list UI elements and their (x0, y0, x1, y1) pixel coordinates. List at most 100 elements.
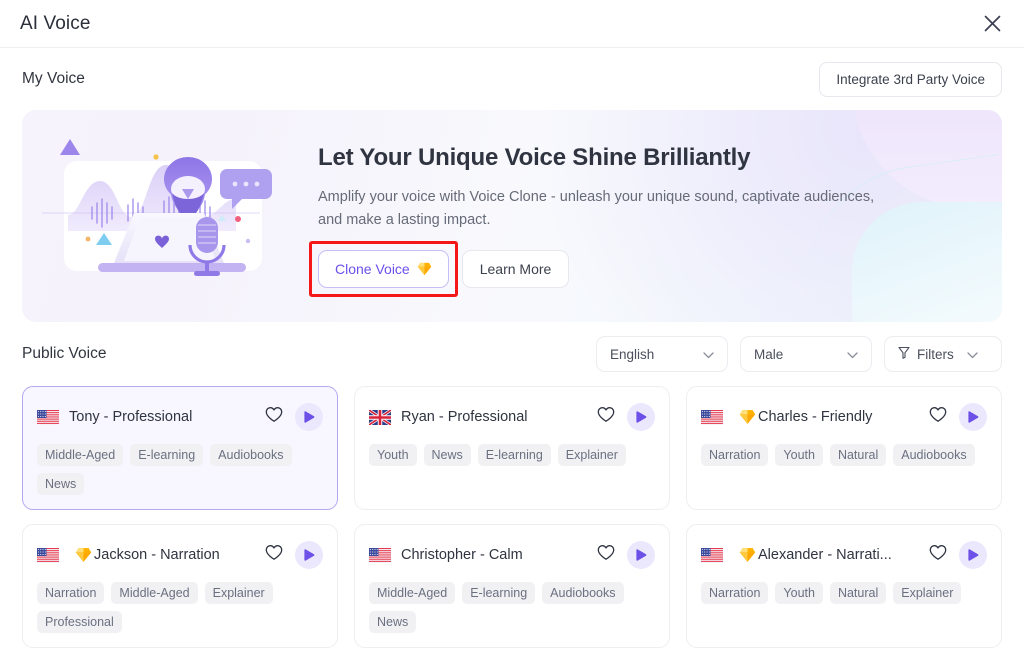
favorite-heart-icon[interactable] (597, 544, 615, 566)
filters-label: Filters (917, 346, 954, 362)
us-flag-icon (701, 547, 723, 563)
funnel-icon (898, 346, 910, 362)
voice-tag: News (37, 473, 85, 495)
learn-more-button[interactable]: Learn More (461, 250, 570, 289)
voice-card[interactable]: Ryan - Professional Youth News E-learning Ex… (354, 386, 670, 510)
uk-flag-icon (369, 409, 391, 425)
play-button[interactable] (627, 541, 655, 569)
voice-tag-list: Youth News E-learning Explainer (369, 444, 655, 466)
voice-name: Charles - Friendly (758, 409, 873, 425)
voice-tag: News (423, 444, 471, 466)
voice-card[interactable]: Charles - Friendly Narration Youth Natural A… (686, 386, 1002, 510)
chevron-down-icon (703, 347, 714, 362)
my-voice-header: My Voice Integrate 3rd Party Voice (0, 48, 1024, 110)
voice-tag: News (369, 611, 417, 633)
play-button[interactable] (959, 541, 987, 569)
voice-tag: Explainer (557, 444, 626, 466)
voice-tag: Audiobooks (210, 444, 292, 466)
voice-clone-illustration (36, 121, 304, 311)
voice-tag: Natural (829, 582, 887, 604)
page-title: AI Voice (20, 12, 91, 34)
my-voice-title: My Voice (22, 70, 85, 87)
voice-tag-list: Narration Middle-Aged Explainer Professiona… (37, 582, 323, 633)
us-flag-icon (369, 547, 391, 563)
voice-card-header: Jackson - Narration (37, 541, 323, 569)
chevron-down-icon (847, 347, 858, 362)
voice-tag: E-learning (130, 444, 204, 466)
play-button[interactable] (295, 403, 323, 431)
voice-tag: Audiobooks (893, 444, 975, 466)
voice-tag: Middle-Aged (369, 582, 456, 604)
voice-name: Christopher - Calm (401, 547, 523, 563)
voice-card-header: Ryan - Professional (369, 403, 655, 431)
voice-tag: Narration (701, 444, 769, 466)
voice-card-header: Charles - Friendly (701, 403, 987, 431)
play-button[interactable] (959, 403, 987, 431)
clone-voice-button-wrapper: Clone Voice (309, 241, 458, 298)
voice-tag-list: Narration Youth Natural Explainer (701, 582, 987, 604)
gem-icon (417, 262, 432, 276)
voice-tag: E-learning (462, 582, 536, 604)
play-button[interactable] (627, 403, 655, 431)
public-voice-header: Public Voice English Male Filters (0, 322, 1024, 386)
filters-row: English Male Filters (596, 336, 1002, 372)
voice-tag: E-learning (477, 444, 551, 466)
favorite-heart-icon[interactable] (929, 406, 947, 428)
voice-tag-list: Middle-Aged E-learning Audiobooks News (37, 444, 323, 495)
voice-card[interactable]: Jackson - Narration Narration Middle-Aged E… (22, 524, 338, 648)
voice-card[interactable]: Christopher - Calm Middle-Aged E-learning A… (354, 524, 670, 648)
voice-tag: Audiobooks (542, 582, 624, 604)
voice-tag: Explainer (204, 582, 273, 604)
voice-tag: Youth (775, 444, 823, 466)
voice-card[interactable]: Tony - Professional Middle-Aged E-learning… (22, 386, 338, 510)
banner-content: Let Your Unique Voice Shine Brilliantly … (309, 143, 1002, 298)
close-icon[interactable] (976, 8, 1008, 40)
language-select-value: English (610, 346, 655, 362)
voice-tag-list: Middle-Aged E-learning Audiobooks News (369, 582, 655, 633)
play-button[interactable] (295, 541, 323, 569)
voice-tag: Professional (37, 611, 122, 633)
voice-card[interactable]: Alexander - Narrati... Narration Youth Natu… (686, 524, 1002, 648)
banner-heading: Let Your Unique Voice Shine Brilliantly (318, 143, 751, 171)
integrate-3rd-party-voice-button[interactable]: Integrate 3rd Party Voice (819, 61, 1002, 97)
voice-card-header: Alexander - Narrati... (701, 541, 987, 569)
window-titlebar: AI Voice (0, 0, 1024, 48)
gender-select[interactable]: Male (740, 336, 872, 372)
voice-tag: Explainer (893, 582, 962, 604)
voice-name: Jackson - Narration (94, 547, 220, 563)
gender-select-value: Male (754, 346, 784, 362)
voice-name: Ryan - Professional (401, 409, 528, 425)
favorite-heart-icon[interactable] (929, 544, 947, 566)
public-voice-title: Public Voice (22, 345, 107, 362)
voice-tag-list: Narration Youth Natural Audiobooks (701, 444, 987, 466)
premium-gem-icon (67, 547, 92, 563)
favorite-heart-icon[interactable] (265, 544, 283, 566)
clone-voice-label: Clone Voice (335, 261, 410, 278)
filters-button[interactable]: Filters (884, 336, 1002, 372)
voice-tag: Youth (775, 582, 823, 604)
us-flag-icon (37, 409, 59, 425)
voice-tag: Natural (829, 444, 887, 466)
voice-name: Alexander - Narrati... (758, 547, 892, 563)
language-select[interactable]: English (596, 336, 728, 372)
banner-actions: Clone Voice Learn More (309, 241, 1002, 298)
voice-tag: Middle-Aged (111, 582, 198, 604)
banner-description: Amplify your voice with Voice Clone - un… (318, 188, 875, 228)
us-flag-icon (37, 547, 59, 563)
us-flag-icon (701, 409, 723, 425)
favorite-heart-icon[interactable] (265, 406, 283, 428)
voice-tag: Narration (701, 582, 769, 604)
voice-tag: Narration (37, 582, 105, 604)
chevron-down-icon (967, 347, 978, 362)
voice-name: Tony - Professional (69, 409, 193, 425)
voice-clone-banner: Let Your Unique Voice Shine Brilliantly … (22, 110, 1002, 322)
voice-card-header: Tony - Professional (37, 403, 323, 431)
voice-tag: Youth (369, 444, 417, 466)
premium-gem-icon (731, 547, 756, 563)
voice-card-header: Christopher - Calm (369, 541, 655, 569)
premium-gem-icon (731, 409, 756, 425)
voice-tag: Middle-Aged (37, 444, 124, 466)
public-voice-grid: Tony - Professional Middle-Aged E-learning… (0, 386, 1024, 648)
favorite-heart-icon[interactable] (597, 406, 615, 428)
clone-voice-button[interactable]: Clone Voice (318, 250, 449, 289)
